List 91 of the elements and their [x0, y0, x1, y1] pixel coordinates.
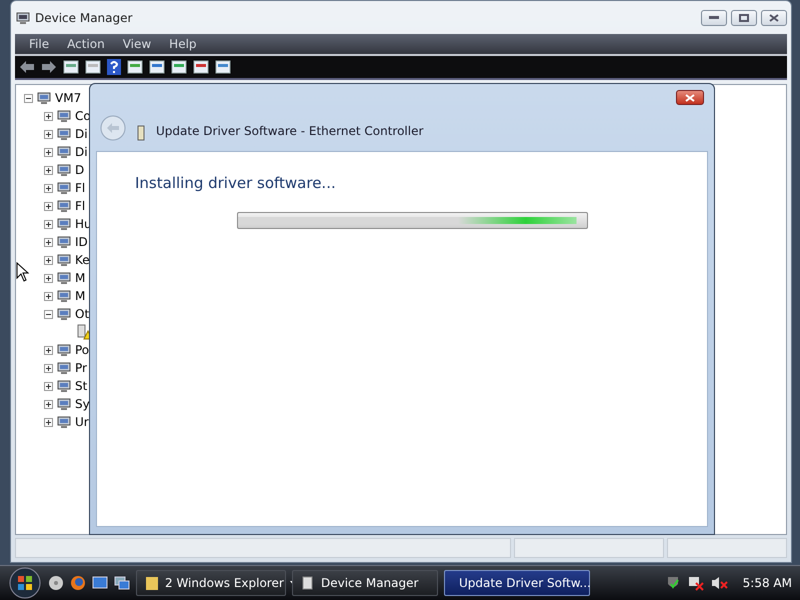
device-icon — [56, 144, 72, 160]
device-icon — [56, 270, 72, 286]
close-button[interactable] — [676, 90, 704, 105]
menu-item[interactable]: Action — [59, 37, 113, 51]
device-icon — [56, 288, 72, 304]
help-icon[interactable] — [107, 59, 121, 75]
tree-item[interactable]: Sy — [75, 397, 90, 411]
device-icon — [56, 414, 72, 430]
computer-icon — [36, 90, 52, 106]
expand-toggle[interactable] — [44, 292, 53, 300]
expand-toggle[interactable] — [44, 148, 53, 156]
tree-item[interactable]: Ur — [75, 415, 89, 429]
expand-toggle[interactable] — [44, 256, 53, 264]
device-icon — [56, 306, 72, 322]
device-icon — [56, 180, 72, 196]
tree-item[interactable]: M — [75, 289, 86, 303]
warning-icon — [76, 324, 92, 340]
device-icon — [56, 162, 72, 178]
tree-item[interactable]: VM7 — [55, 91, 82, 105]
expand-toggle[interactable] — [44, 112, 53, 120]
expand-toggle[interactable] — [44, 364, 53, 372]
toolbar-icon[interactable] — [63, 59, 79, 75]
expand-toggle[interactable] — [44, 274, 53, 282]
collapse-toggle[interactable] — [24, 94, 33, 102]
expand-toggle[interactable] — [44, 400, 53, 408]
tree-item[interactable]: Fl — [75, 199, 86, 213]
tree-item[interactable]: M — [75, 271, 86, 285]
network-icon[interactable] — [686, 575, 705, 591]
expand-toggle[interactable] — [44, 130, 53, 138]
device-icon — [56, 126, 72, 142]
expand-toggle[interactable] — [44, 166, 53, 174]
device-icon — [56, 108, 72, 124]
dialog-title: Update Driver Software - Ethernet Controller — [156, 124, 424, 140]
expand-toggle[interactable] — [44, 346, 53, 354]
folder-icon — [145, 575, 159, 591]
device-icon — [56, 198, 72, 214]
device-icon — [56, 360, 72, 376]
tree-item[interactable]: Di — [75, 127, 88, 141]
toolbar-icon[interactable] — [193, 59, 209, 75]
close-icon — [769, 14, 779, 22]
tree-item[interactable]: St — [75, 379, 88, 393]
tree-item[interactable]: Di — [75, 145, 88, 159]
device-icon — [56, 234, 72, 250]
toolbar-icon[interactable] — [127, 59, 143, 75]
desktop-icon[interactable] — [92, 575, 108, 591]
window-title: Device Manager — [35, 10, 132, 24]
menu-item[interactable]: View — [114, 37, 160, 51]
minimize-icon — [709, 16, 719, 20]
close-icon — [685, 94, 695, 102]
window-icon — [301, 575, 315, 591]
browser-icon[interactable] — [70, 575, 86, 591]
menu-item[interactable]: Help — [161, 37, 205, 51]
maximize-icon — [739, 14, 749, 22]
toolbar-icon[interactable] — [171, 59, 187, 75]
device-icon — [56, 378, 72, 394]
device-icon — [56, 396, 72, 412]
close-button[interactable] — [761, 10, 787, 26]
expand-toggle[interactable] — [44, 238, 53, 246]
window-switch-icon[interactable] — [114, 575, 130, 591]
tree-item[interactable]: ID — [75, 235, 88, 249]
tree-item[interactable]: Pr — [75, 361, 87, 375]
tree-item[interactable]: Ke — [75, 253, 90, 267]
menu-item[interactable]: File — [21, 37, 58, 51]
expand-toggle[interactable] — [44, 418, 53, 426]
device-icon — [56, 216, 72, 232]
taskbar-button[interactable]: Device Manager — [292, 570, 438, 596]
dialog-heading: Installing driver software... — [135, 174, 337, 192]
device-icon — [56, 252, 72, 268]
volume-icon[interactable] — [710, 575, 729, 591]
minimize-button[interactable] — [701, 10, 727, 26]
back-icon[interactable] — [19, 60, 35, 74]
device-manager-icon — [15, 10, 31, 26]
collapse-toggle[interactable] — [44, 310, 53, 318]
clock: 5:58 AM — [742, 576, 792, 590]
toolbar-icon[interactable] — [149, 59, 165, 75]
tree-item[interactable]: Fl — [75, 181, 86, 195]
disc-icon[interactable] — [48, 575, 64, 591]
maximize-button[interactable] — [731, 10, 757, 26]
expand-toggle[interactable] — [44, 202, 53, 210]
expand-toggle[interactable] — [44, 184, 53, 192]
tree-item[interactable]: Po — [75, 343, 90, 357]
expand-toggle[interactable] — [44, 220, 53, 228]
toolbar-icon[interactable] — [85, 59, 101, 75]
toolbar-icon[interactable] — [215, 59, 231, 75]
expand-toggle[interactable] — [44, 382, 53, 390]
network-adapter-icon — [136, 125, 146, 141]
tree-item[interactable]: Ot — [75, 307, 90, 321]
tree-item[interactable]: D — [75, 163, 84, 177]
taskbar-button[interactable]: Update Driver Softw... — [444, 570, 590, 596]
forward-icon[interactable] — [41, 60, 57, 74]
device-icon — [56, 342, 72, 358]
